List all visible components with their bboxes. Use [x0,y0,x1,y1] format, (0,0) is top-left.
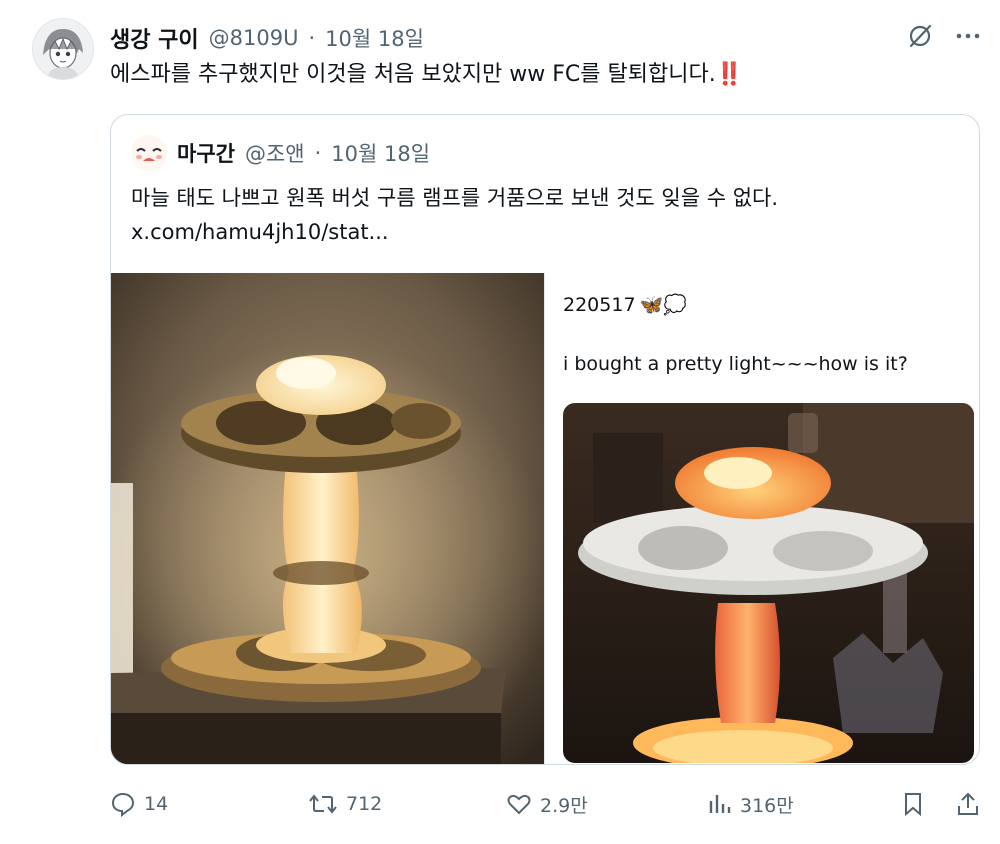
author-name[interactable]: 생강 구이 [110,22,199,54]
action-bar: 14 712 2.9만 316만 [110,786,990,822]
grok-icon[interactable] [906,22,934,50]
share-icon [958,792,978,815]
double-exclamation-emoji: ‼️ [715,62,743,87]
tweet-text: 에스파를 추구했지만 이것을 처음 보았지만 ww FC를 탈퇴합니다.‼️ [110,58,743,92]
tweet-date[interactable]: 10월 18일 [325,23,424,53]
separator-dot: · [308,26,316,50]
reply-button[interactable]: 14 [110,786,168,822]
butterfly-emoji: 🦋💭 [639,294,687,316]
tweet-body: 에스파를 추구했지만 이것을 처음 보았지만 ww FC를 탈퇴합니다. [110,62,716,87]
embedded-post-text: i bought a pretty light~~~how is it? [563,353,908,375]
views-button[interactable]: 316만 [706,786,794,822]
heart-icon [507,794,531,815]
quoted-author-handle[interactable]: @조앤 [245,138,305,168]
retweet-button[interactable]: 712 [308,786,382,822]
retweet-count: 712 [346,793,383,815]
bookmark-icon [905,793,921,817]
more-icon[interactable] [954,22,982,50]
reply-icon [111,792,135,817]
share-button[interactable] [955,786,981,822]
quoted-author-name[interactable]: 마구간 [177,138,235,168]
tweet-header: 생강 구이 @8109U · 10월 18일 [110,20,424,56]
author-handle[interactable]: @8109U [209,26,299,50]
quoted-tweet[interactable]: 마구간 @조앤 · 10월 18일 마늘 태도 나쁘고 원폭 버섯 구름 램프를… [110,114,980,765]
embedded-screenshot-panel[interactable]: 220517 🦋💭 i bought a pretty light~~~how … [544,273,979,764]
tweet-top-icons [906,22,982,50]
embedded-user-id: 220517 🦋💭 [563,293,687,317]
like-button[interactable]: 2.9만 [506,786,588,822]
quoted-header: 마구간 @조앤 · 10월 18일 [131,135,430,171]
quoted-avatar[interactable] [131,135,167,171]
quoted-text: 마늘 태도 나쁘고 원폭 버섯 구름 램프를 거품으로 보낸 것도 잊을 수 없… [131,181,778,249]
views-count: 316만 [740,794,794,817]
reply-count: 14 [144,793,169,815]
lamp-photo-right[interactable] [563,403,974,763]
quoted-separator-dot: · [314,141,322,165]
like-count: 2.9만 [540,794,588,817]
retweet-icon [309,794,337,814]
quoted-media[interactable]: 220517 🦋💭 i bought a pretty light~~~how … [111,273,979,764]
quoted-body: 마늘 태도 나쁘고 원폭 버섯 구름 램프를 거품으로 보낸 것도 잊을 수 없… [131,186,779,210]
views-icon [709,795,731,813]
bookmark-button[interactable] [900,786,926,822]
lamp-photo-left[interactable] [111,273,551,764]
author-avatar[interactable] [32,18,94,80]
quoted-date[interactable]: 10월 18일 [331,138,430,168]
embedded-user-id-text: 220517 [563,293,636,316]
quoted-link[interactable]: x.com/hamu4jh10/stat... [131,215,778,249]
